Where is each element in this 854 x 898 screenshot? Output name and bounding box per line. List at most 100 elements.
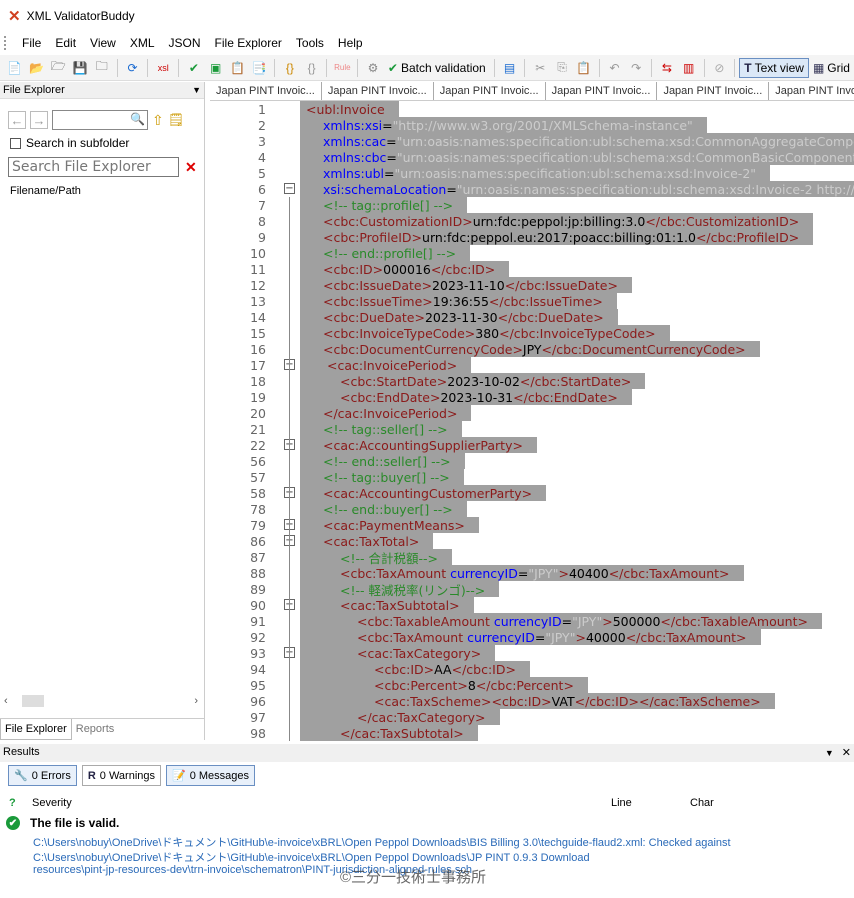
xsl-icon[interactable]: xsl <box>154 59 172 77</box>
editor-line[interactable]: 94 <cbc:ID> AA </cbc:ID> <box>210 661 854 677</box>
xml-editor[interactable]: 1 <ubl:Invoice 2 xmlns:xsi = "http://www.w3.o… <box>210 101 854 741</box>
validate-icon[interactable]: ▣ <box>207 59 225 77</box>
copy-icon[interactable]: ⎘ <box>553 59 571 77</box>
editor-line[interactable]: 13 <cbc:IssueTime> 19:36:55 </cbc:IssueTime… <box>210 293 854 309</box>
up-folder-icon[interactable]: ⇧ <box>152 112 164 129</box>
editor-line[interactable]: 15 <cbc:InvoiceTypeCode> 380 </cbc:InvoiceT… <box>210 325 854 341</box>
menu-edit[interactable]: Edit <box>48 36 83 50</box>
refresh-icon[interactable]: ⟳ <box>124 59 142 77</box>
editor-line[interactable]: 97 </cac:TaxCategory> <box>210 709 854 725</box>
doc-tab[interactable]: Japan PINT Invoic... <box>769 82 854 100</box>
menu-view[interactable]: View <box>83 36 123 50</box>
editor-line[interactable]: 1 <ubl:Invoice <box>210 101 854 117</box>
editor-line[interactable]: 92 <cbc:TaxAmount currencyID = "JPY" >40000 <… <box>210 629 854 645</box>
format-icon[interactable]: {} <box>281 59 299 77</box>
validate-doc-icon[interactable]: 📑 <box>250 59 268 77</box>
doc-tab[interactable]: Japan PINT Invoic... <box>210 82 322 100</box>
tab-reports[interactable]: Reports <box>72 719 119 740</box>
scroll-thumb[interactable] <box>22 695 44 707</box>
editor-line[interactable]: 86−<cac:TaxTotal> <box>210 533 854 549</box>
editor-line[interactable]: 18 <cbc:StartDate> 2023-10-02 </cbc:StartDa… <box>210 373 854 389</box>
messages-filter-button[interactable]: 📝 0 Messages <box>166 765 256 786</box>
path-input[interactable]: 🔍 <box>52 110 148 130</box>
open-folder-icon[interactable]: 🗁 <box>49 59 67 77</box>
browse-folder-icon[interactable]: 🔍 <box>130 112 145 126</box>
doc-tab[interactable]: Japan PINT Invoic... <box>434 82 546 100</box>
editor-line[interactable]: 93−<cac:TaxCategory> <box>210 645 854 661</box>
check-wellformed-icon[interactable]: ✔ <box>185 59 203 77</box>
editor-line[interactable]: 95 <cbc:Percent> 8 </cbc:Percent> <box>210 677 854 693</box>
editor-line[interactable]: 88 <cbc:TaxAmount currencyID = "JPY" >40400 <… <box>210 565 854 581</box>
doc-tab[interactable]: Japan PINT Invoic... <box>546 82 658 100</box>
editor-line[interactable]: 19 <cbc:EndDate> 2023-10-31 </cbc:EndDate> <box>210 389 854 405</box>
search-file-explorer-input[interactable]: Search File Explorer <box>8 157 179 177</box>
paste-icon[interactable]: 📋 <box>575 59 593 77</box>
save-all-icon[interactable]: 🗀 <box>93 59 111 77</box>
editor-line[interactable]: 90−<cac:TaxSubtotal> <box>210 597 854 613</box>
editor-line[interactable]: 3 xmlns:cac = "urn:oasis:names:specificatio… <box>210 133 854 149</box>
results-menu-icon[interactable]: ▼ <box>825 748 834 758</box>
undo-icon[interactable]: ↶ <box>606 59 624 77</box>
menu-json[interactable]: JSON <box>162 36 208 50</box>
editor-line[interactable]: 6− xsi:schemaLocation = "urn:oasis:names:sp… <box>210 181 854 197</box>
folder-options-icon[interactable]: 🗒 <box>168 112 185 128</box>
report-icon[interactable]: ▤ <box>501 59 519 77</box>
doc-tab[interactable]: Japan PINT Invoic... <box>322 82 434 100</box>
editor-line[interactable]: 9 <cbc:ProfileID> urn:fdc:peppol.eu:2017:p… <box>210 229 854 245</box>
checkbox-box[interactable] <box>10 137 21 149</box>
editor-line[interactable]: 11 <cbc:ID> 000016 </cbc:ID> <box>210 261 854 277</box>
editor-line[interactable]: 5 xmlns:ubl = "urn:oasis:names:specificatio… <box>210 165 854 181</box>
editor-line[interactable]: 78 <!-- end::buyer[] --> <box>210 501 854 517</box>
editor-line[interactable]: 12 <cbc:IssueDate> 2023-11-10 </cbc:IssueDa… <box>210 277 854 293</box>
validate-schema-icon[interactable]: 📋 <box>229 59 247 77</box>
diff-icon[interactable]: ▥ <box>680 59 698 77</box>
clear-search-icon[interactable]: ✕ <box>185 159 197 176</box>
editor-line[interactable]: 17− <cac:InvoicePeriod> <box>210 357 854 373</box>
doc-tab[interactable]: Japan PINT Invoic... <box>657 82 770 100</box>
menu-tools[interactable]: Tools <box>289 36 331 50</box>
warnings-filter-button[interactable]: R0 Warnings <box>81 765 162 786</box>
grid-view-button[interactable]: ▦ Grid <box>809 58 854 78</box>
editor-line[interactable]: 21 <!-- tag::seller[] --> <box>210 421 854 437</box>
horizontal-scrollbar[interactable]: ‹ › <box>4 693 198 709</box>
editor-line[interactable]: 20 </cac:InvoicePeriod> <box>210 405 854 421</box>
editor-line[interactable]: 98 </cac:TaxSubtotal> <box>210 725 854 741</box>
cut-icon[interactable]: ✂ <box>531 59 549 77</box>
panel-menu-icon[interactable]: ▼ <box>192 85 201 95</box>
editor-line[interactable]: 58+<cac:AccountingCustomerParty> <box>210 485 854 501</box>
scroll-left-icon[interactable]: ‹ <box>4 695 8 707</box>
link-icon[interactable]: ⊘ <box>711 59 729 77</box>
text-view-button[interactable]: T Text view <box>739 57 809 78</box>
editor-line[interactable]: 7 <!-- tag::profile[] --> <box>210 197 854 213</box>
menu-file[interactable]: File <box>15 36 48 50</box>
format-alt-icon[interactable]: {} <box>303 59 321 77</box>
new-file-icon[interactable]: 📄 <box>6 59 24 77</box>
menu-xml[interactable]: XML <box>123 36 162 50</box>
back-arrow-icon[interactable]: ← <box>8 111 26 129</box>
open-file-icon[interactable]: 📂 <box>28 59 46 77</box>
editor-line[interactable]: 96 <cac:TaxScheme> <cbc:ID> VAT </cbc:ID> </c… <box>210 693 854 709</box>
tab-file-explorer[interactable]: File Explorer <box>0 719 72 740</box>
valid-result-row[interactable]: ✔ The file is valid. <box>6 816 119 830</box>
editor-line[interactable]: 56 <!-- end::seller[] --> <box>210 453 854 469</box>
editor-line[interactable]: 14 <cbc:DueDate> 2023-11-30 </cbc:DueDate> <box>210 309 854 325</box>
compare-icon[interactable]: ⇆ <box>658 59 676 77</box>
errors-filter-button[interactable]: 🔧 0 Errors <box>8 765 77 786</box>
batch-validation-button[interactable]: ✔ Batch validation <box>384 58 490 78</box>
scroll-right-icon[interactable]: › <box>194 695 198 707</box>
results-close-icon[interactable]: ✕ <box>842 747 851 759</box>
editor-line[interactable]: 4 xmlns:cbc = "urn:oasis:names:specificatio… <box>210 149 854 165</box>
batch-icon[interactable]: ⚙ <box>364 59 382 77</box>
collapse-fold-icon[interactable]: − <box>284 183 295 194</box>
editor-line[interactable]: 2 xmlns:xsi = "http://www.w3.org/2001/XMLSc… <box>210 117 854 133</box>
editor-line[interactable]: 22+<cac:AccountingSupplierParty> <box>210 437 854 453</box>
editor-line[interactable]: 8 <cbc:CustomizationID> urn:fdc:peppol:jp:… <box>210 213 854 229</box>
menu-file-explorer[interactable]: File Explorer <box>208 36 289 50</box>
editor-line[interactable]: 79+<cac:PaymentMeans> <box>210 517 854 533</box>
forward-arrow-icon[interactable]: → <box>30 111 48 129</box>
search-subfolder-checkbox[interactable]: Search in subfolder <box>10 136 129 150</box>
editor-line[interactable]: 91 <cbc:TaxableAmount currencyID = "JPY" >50… <box>210 613 854 629</box>
redo-icon[interactable]: ↷ <box>627 59 645 77</box>
editor-line[interactable]: 10 <!-- end::profile[] --> <box>210 245 854 261</box>
editor-line[interactable]: 16 <cbc:DocumentCurrencyCode> JPY </cbc:Doc… <box>210 341 854 357</box>
